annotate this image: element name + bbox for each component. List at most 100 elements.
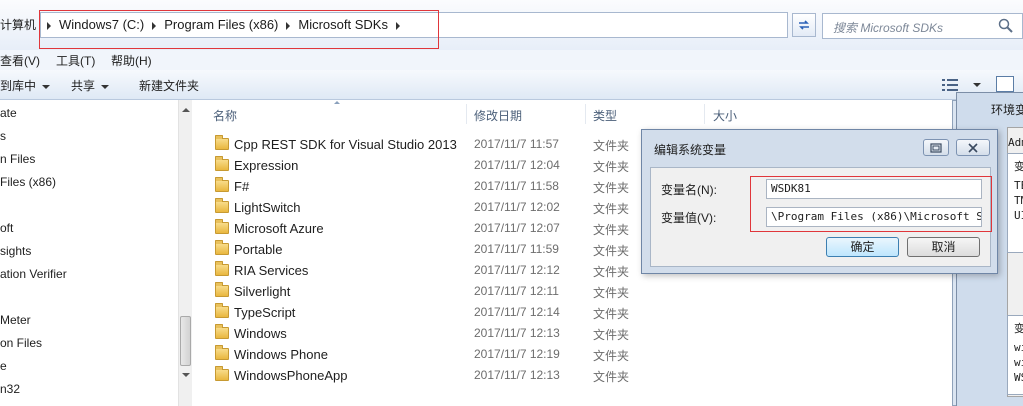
close-icon — [968, 143, 978, 153]
preview-pane-icon[interactable] — [996, 76, 1014, 92]
file-date: 2017/11/7 12:19 — [474, 347, 560, 361]
file-row[interactable]: F# 2017/11/7 11:58 文件夹 — [192, 176, 642, 197]
file-row[interactable]: WindowsPhoneApp 2017/11/7 12:13 文件夹 — [192, 365, 642, 386]
file-row[interactable]: Portable 2017/11/7 11:59 文件夹 — [192, 239, 642, 260]
file-row[interactable]: Windows Phone 2017/11/7 12:19 文件夹 — [192, 344, 642, 365]
variable-name-label: 变量名(N): — [661, 183, 717, 197]
nav-scrollbar[interactable] — [178, 100, 192, 406]
folder-icon — [215, 324, 229, 339]
nav-item[interactable]: s — [0, 129, 6, 143]
search-icon[interactable] — [997, 17, 1015, 35]
list-item[interactable]: WS — [1014, 371, 1023, 384]
file-row[interactable]: Silverlight 2017/11/7 12:11 文件夹 — [192, 281, 642, 302]
folder-icon — [215, 177, 229, 192]
highlight-box-address — [39, 10, 439, 49]
highlight-box-fields — [750, 176, 992, 232]
file-type: 文件夹 — [593, 244, 630, 258]
list-item[interactable]: wi — [1014, 341, 1023, 354]
file-row[interactable]: TypeScript 2017/11/7 12:14 文件夹 — [192, 302, 642, 323]
scroll-down-icon[interactable] — [182, 373, 190, 377]
file-date: 2017/11/7 12:13 — [474, 368, 560, 382]
nav-item[interactable]: e — [0, 359, 7, 373]
file-name: WindowsPhoneApp — [234, 368, 348, 383]
column-header-name[interactable]: 名称 — [213, 107, 237, 124]
file-date: 2017/11/7 12:04 — [474, 158, 560, 172]
restore-icon — [930, 143, 942, 153]
folder-icon — [215, 303, 229, 318]
list-item[interactable]: TE — [1014, 179, 1023, 192]
menu-view[interactable]: 查看(V) — [0, 52, 40, 69]
list-item[interactable]: 变 — [1014, 158, 1023, 174]
list-item[interactable]: 变 — [1014, 320, 1023, 336]
user-variables-list[interactable]: 变 TE TM UI — [1007, 153, 1023, 253]
nav-item[interactable]: oft — [0, 221, 13, 235]
column-divider[interactable] — [585, 104, 586, 124]
file-date: 2017/11/7 12:13 — [474, 326, 560, 340]
menu-help[interactable]: 帮助(H) — [111, 52, 152, 69]
user-variables-label: Adm — [1008, 136, 1023, 149]
sort-ascending-icon — [334, 101, 340, 104]
file-date: 2017/11/7 11:57 — [474, 137, 559, 151]
view-options-chevron-icon[interactable] — [973, 83, 981, 87]
system-variables-list[interactable]: 变 wi wi WS — [1007, 315, 1023, 395]
refresh-button[interactable] — [792, 13, 816, 37]
ok-button[interactable]: 确定 — [826, 237, 899, 257]
file-list-header: 名称 修改日期 类型 大小 — [192, 100, 1023, 128]
nav-item[interactable]: n32 — [0, 382, 20, 396]
scroll-up-icon[interactable] — [182, 108, 190, 112]
file-type: 文件夹 — [593, 223, 630, 237]
file-row[interactable]: Microsoft Azure 2017/11/7 12:07 文件夹 — [192, 218, 642, 239]
scrollbar-thumb[interactable] — [180, 316, 191, 366]
nav-item[interactable]: Files (x86) — [0, 175, 56, 189]
nav-item[interactable]: n Files — [0, 152, 35, 166]
file-row[interactable]: LightSwitch 2017/11/7 12:02 文件夹 — [192, 197, 642, 218]
new-folder-button[interactable]: 新建文件夹 — [139, 77, 199, 94]
nav-item[interactable]: sights — [0, 244, 31, 258]
view-options-icon[interactable] — [942, 78, 958, 92]
file-row[interactable]: RIA Services 2017/11/7 12:12 文件夹 — [192, 260, 642, 281]
file-type: 文件夹 — [593, 265, 630, 279]
env-dialog-title: 环境变 — [991, 103, 1023, 117]
list-item[interactable]: TM — [1014, 194, 1023, 207]
command-toolbar: 到库中 共享 新建文件夹 — [0, 70, 1023, 100]
column-header-date[interactable]: 修改日期 — [474, 107, 522, 124]
include-in-library-button[interactable]: 到库中 — [0, 77, 51, 94]
folder-icon — [215, 366, 229, 381]
close-button[interactable] — [956, 139, 990, 156]
nav-item[interactable]: ation Verifier — [0, 267, 67, 281]
nav-item[interactable]: Meter — [0, 313, 31, 327]
file-date: 2017/11/7 12:12 — [474, 263, 560, 277]
file-name: RIA Services — [234, 263, 309, 278]
column-header-type[interactable]: 类型 — [593, 107, 617, 124]
file-row[interactable]: Expression 2017/11/7 12:04 文件夹 — [192, 155, 642, 176]
nav-item[interactable]: ate — [0, 106, 17, 120]
file-type: 文件夹 — [593, 307, 630, 321]
share-button[interactable]: 共享 — [71, 77, 110, 94]
menu-tools[interactable]: 工具(T) — [56, 52, 95, 69]
refresh-icon — [799, 20, 809, 30]
file-row[interactable]: Windows 2017/11/7 12:13 文件夹 — [192, 323, 642, 344]
file-type: 文件夹 — [593, 202, 630, 216]
column-divider[interactable] — [466, 104, 467, 124]
file-name: Cpp REST SDK for Visual Studio 2013 — [234, 137, 457, 152]
include-in-library-label: 到库中 — [0, 79, 37, 93]
folder-icon — [215, 156, 229, 171]
file-name: F# — [234, 179, 250, 194]
folder-icon — [215, 198, 229, 213]
file-row[interactable]: Cpp REST SDK for Visual Studio 2013 2017/… — [192, 134, 642, 155]
list-item[interactable]: wi — [1014, 356, 1023, 369]
file-name: LightSwitch — [234, 200, 301, 215]
list-item[interactable]: UI — [1014, 209, 1023, 222]
search-input[interactable]: 搜索 Microsoft SDKs — [822, 13, 1023, 39]
file-date: 2017/11/7 12:02 — [474, 200, 560, 214]
file-type: 文件夹 — [593, 286, 630, 300]
file-name: Windows Phone — [234, 347, 328, 362]
nav-item[interactable]: on Files — [0, 336, 42, 350]
folder-icon — [215, 345, 229, 360]
variable-value-label: 变量值(V): — [661, 211, 717, 225]
column-divider[interactable] — [704, 104, 705, 124]
cancel-button[interactable]: 取消 — [907, 237, 980, 257]
file-name: Microsoft Azure — [234, 221, 324, 236]
column-header-size[interactable]: 大小 — [713, 107, 737, 124]
help-button[interactable] — [923, 139, 949, 156]
